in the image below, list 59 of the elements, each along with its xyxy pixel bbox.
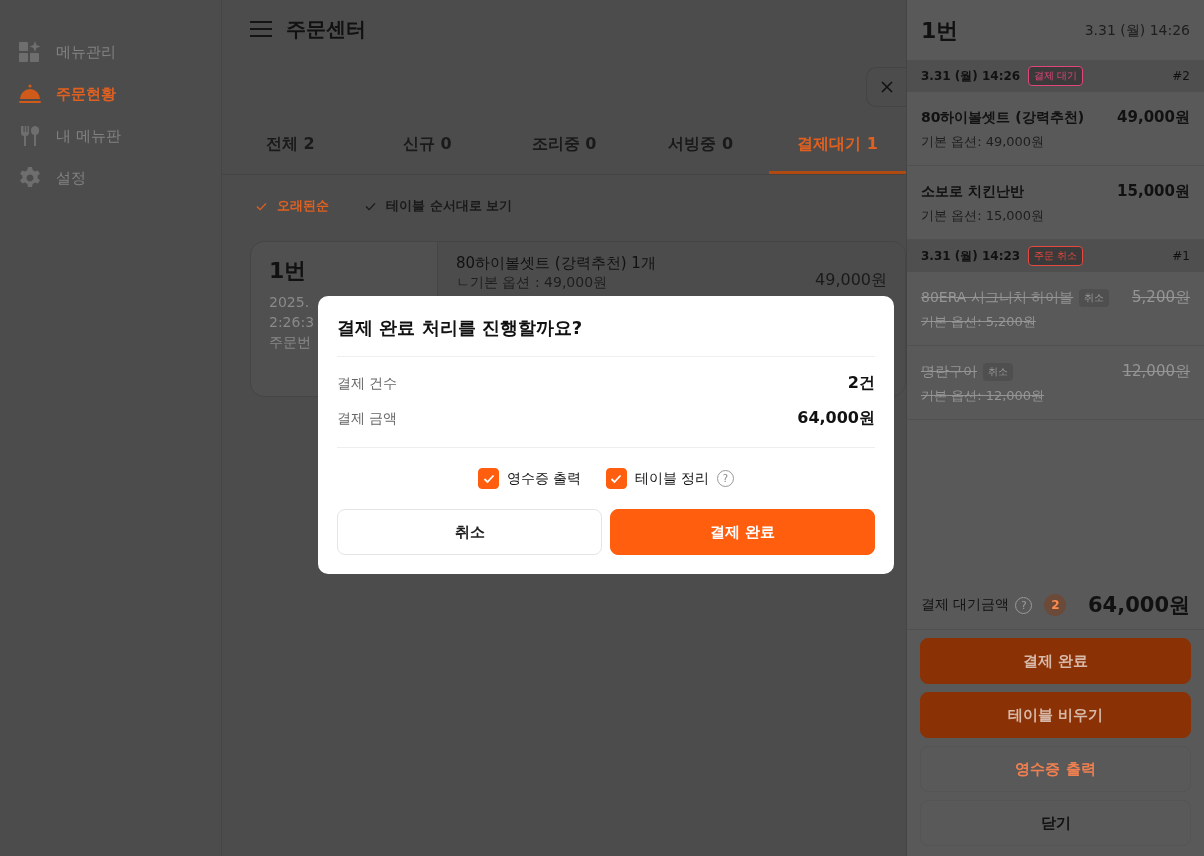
row-value: 64,000원 — [797, 408, 875, 429]
item-price: 15,000원 — [1117, 182, 1190, 201]
table-number: 1번 — [269, 257, 308, 285]
check-icon — [365, 201, 376, 211]
checkbox-label: 영수증 출력 — [507, 469, 582, 488]
row-label: 결제 금액 — [337, 409, 398, 428]
grid-icon — [18, 40, 42, 64]
order-info: 2025. — [269, 294, 310, 310]
close-button[interactable] — [866, 67, 906, 107]
order-number: #2 — [1172, 69, 1190, 83]
row-label: 결제 건수 — [337, 374, 398, 393]
panel-button[interactable]: 결제 완료 — [920, 638, 1191, 684]
order-info: 2:26:3 — [269, 314, 315, 330]
group-time: 3.31 (월) 14:26 — [921, 67, 1021, 85]
sort-option[interactable]: 오래된순 — [256, 197, 329, 215]
item-option: 기본 옵션: 49,000원 — [921, 133, 1190, 151]
item-price: 49,000원 — [1117, 108, 1190, 127]
item-option: 기본 옵션: 15,000원 — [921, 207, 1190, 225]
dialog-button[interactable]: 취소 — [337, 509, 602, 555]
item-name: 명란구이 — [921, 362, 977, 381]
count-badge: 2 — [1044, 594, 1067, 616]
order-info: 주문번 — [269, 334, 311, 352]
item-name: 80ERA 시그니처 하이볼 — [921, 288, 1074, 307]
checkbox[interactable] — [478, 468, 500, 489]
status-tag: 결제 대기 — [1028, 66, 1084, 86]
row-value: 2건 — [847, 373, 875, 394]
panel-title: 1번 — [921, 17, 959, 45]
cancel-badge: 취소 — [1079, 288, 1110, 307]
check-icon — [256, 201, 267, 211]
item-option: 기본 옵션: 12,000원 — [921, 387, 1190, 405]
dialog-button[interactable]: 결제 완료 — [610, 509, 875, 555]
cutlery-icon — [18, 124, 42, 148]
item-price: 5,200원 — [1132, 288, 1190, 307]
menu-icon[interactable] — [250, 20, 272, 38]
panel-button[interactable]: 닫기 — [920, 800, 1191, 846]
order-number: #1 — [1172, 249, 1190, 263]
nav-item[interactable]: 주문현황 — [16, 78, 205, 110]
settings-icon — [18, 166, 42, 190]
dialog-title: 결제 완료 처리를 진행할까요? — [337, 316, 875, 357]
close-icon — [880, 81, 893, 93]
panel-button[interactable]: 테이블 비우기 — [920, 692, 1191, 738]
status-tag: 주문 취소 — [1028, 246, 1084, 266]
cancel-badge: 취소 — [983, 362, 1013, 381]
checkbox[interactable] — [605, 468, 627, 489]
order-time: 3.31 (월) 14:26 — [1084, 22, 1190, 40]
cloche-icon — [18, 82, 42, 106]
group-time: 3.31 (월) 14:23 — [921, 247, 1021, 265]
item-name: 80하이볼셋트 (강력추천) 1개 — [456, 254, 656, 273]
panel-button[interactable]: 영수증 출력 — [920, 746, 1191, 792]
summary-label: 결제 대기금액 — [921, 596, 1010, 614]
item-name: 80하이볼셋트 (강력추천) — [921, 108, 1085, 127]
check-icon — [610, 473, 622, 484]
item-name: 소보로 치킨난반 — [921, 182, 1024, 201]
item-option: 기본 옵션: 5,200원 — [921, 313, 1190, 331]
item-price: 12,000원 — [1122, 362, 1190, 381]
page-title: 주문센터 — [286, 15, 366, 43]
check-icon — [482, 473, 495, 484]
total-amount: 64,000원 — [1087, 592, 1190, 619]
checkbox-label: 테이블 정리 — [634, 469, 709, 488]
